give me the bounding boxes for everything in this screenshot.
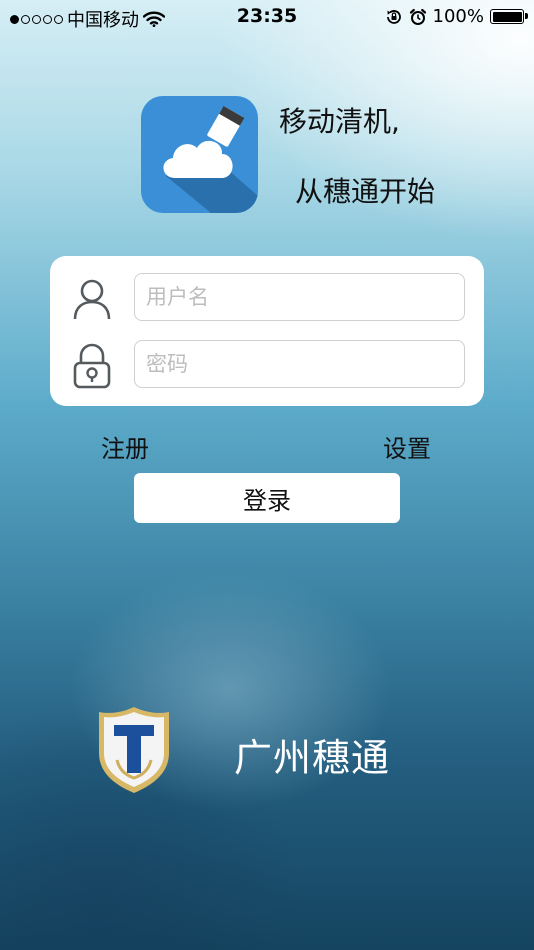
register-link[interactable]: 注册 [101, 429, 149, 464]
slogan-line-2: 从穗通开始 [295, 175, 436, 208]
orientation-lock-icon [386, 9, 401, 24]
settings-link[interactable]: 设置 [383, 429, 431, 464]
login-card [50, 256, 484, 406]
username-field[interactable] [134, 273, 465, 321]
cloud-eraser-icon [141, 96, 258, 213]
user-icon [73, 279, 111, 320]
status-bar: 中国移动 23:35 100% [0, 0, 534, 36]
username-input[interactable] [135, 274, 464, 320]
lock-icon [73, 343, 111, 389]
company-name: 广州穗通 [234, 736, 391, 780]
status-bar-right: 100% [385, 6, 528, 27]
password-input[interactable] [135, 341, 464, 387]
login-button[interactable]: 登录 [134, 473, 400, 523]
alarm-clock-icon [409, 8, 426, 25]
battery-icon [490, 9, 528, 24]
password-field[interactable] [134, 340, 465, 388]
battery-percent: 100% [432, 6, 484, 27]
slogan-line-1: 移动清机, [279, 105, 400, 138]
shield-t-logo-icon [99, 707, 169, 793]
